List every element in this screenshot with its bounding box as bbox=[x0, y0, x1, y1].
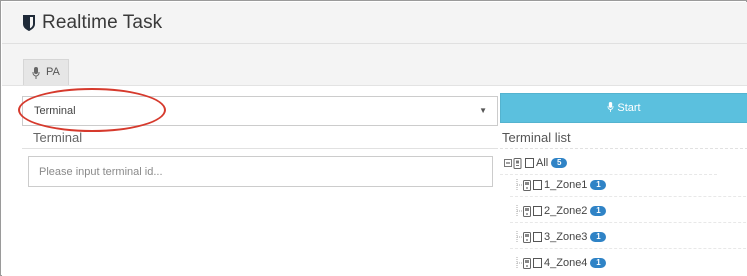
tree-node-zone[interactable]: 2_Zone2 1 bbox=[510, 202, 747, 223]
page-header: Realtime Task bbox=[2, 2, 747, 44]
collapse-minus-icon[interactable] bbox=[504, 159, 512, 167]
microphone-icon bbox=[607, 102, 614, 112]
count-badge: 1 bbox=[590, 232, 607, 242]
count-badge: 1 bbox=[590, 258, 607, 268]
tree-node-zone[interactable]: 1_Zone1 1 bbox=[510, 176, 747, 197]
tab-label: PA bbox=[46, 66, 60, 78]
checkbox[interactable] bbox=[533, 258, 542, 268]
terminal-label: Terminal bbox=[33, 130, 83, 145]
terminal-device-icon bbox=[523, 231, 531, 243]
microphone-icon bbox=[32, 67, 40, 79]
start-button[interactable]: Start bbox=[500, 93, 747, 123]
checkbox[interactable] bbox=[533, 180, 542, 190]
tree-node-label: 2_Zone2 bbox=[544, 205, 588, 217]
checkbox[interactable] bbox=[525, 158, 534, 168]
tree-node-zone[interactable]: 3_Zone3 1 bbox=[510, 228, 747, 249]
terminal-device-icon bbox=[523, 257, 531, 269]
tree-node-all[interactable]: All 5 bbox=[500, 154, 718, 175]
tree-branch-icon bbox=[516, 179, 522, 191]
count-badge: 1 bbox=[590, 206, 607, 216]
tree-node-label: 4_Zone4 bbox=[544, 257, 588, 269]
start-button-label: Start bbox=[617, 102, 641, 114]
terminal-device-icon bbox=[523, 179, 531, 191]
tree-node-zone[interactable]: 4_Zone4 1 bbox=[514, 254, 607, 272]
tree-node-label: All bbox=[536, 157, 549, 169]
mode-select[interactable]: Terminal ▼ bbox=[22, 96, 498, 126]
terminal-list-label: Terminal list bbox=[502, 130, 571, 145]
tab-bar: PA bbox=[2, 44, 747, 86]
tab-pa[interactable]: PA bbox=[23, 59, 69, 86]
checkbox[interactable] bbox=[533, 206, 542, 216]
page-title: Realtime Task bbox=[42, 12, 163, 33]
tree-node-label: 3_Zone3 bbox=[544, 231, 588, 243]
tree-branch-icon bbox=[516, 257, 522, 269]
shield-icon bbox=[23, 15, 35, 31]
tree-branch-icon bbox=[516, 205, 522, 217]
caret-down-icon: ▼ bbox=[479, 106, 487, 115]
divider bbox=[22, 148, 498, 149]
count-badge: 1 bbox=[590, 180, 607, 190]
count-badge: 5 bbox=[551, 158, 568, 168]
terminal-device-icon bbox=[523, 205, 531, 217]
checkbox[interactable] bbox=[533, 232, 542, 242]
tree-node-label: 1_Zone1 bbox=[544, 179, 588, 191]
divider bbox=[500, 148, 747, 149]
app-window: Realtime Task PA Terminal ▼ Start Termin… bbox=[0, 0, 747, 276]
main-content: Terminal ▼ Start Terminal Terminal list bbox=[2, 85, 747, 276]
terminal-id-input[interactable] bbox=[28, 156, 493, 187]
tree-branch-icon bbox=[516, 231, 522, 243]
select-value: Terminal bbox=[34, 105, 76, 117]
terminal-group-icon bbox=[513, 157, 522, 169]
